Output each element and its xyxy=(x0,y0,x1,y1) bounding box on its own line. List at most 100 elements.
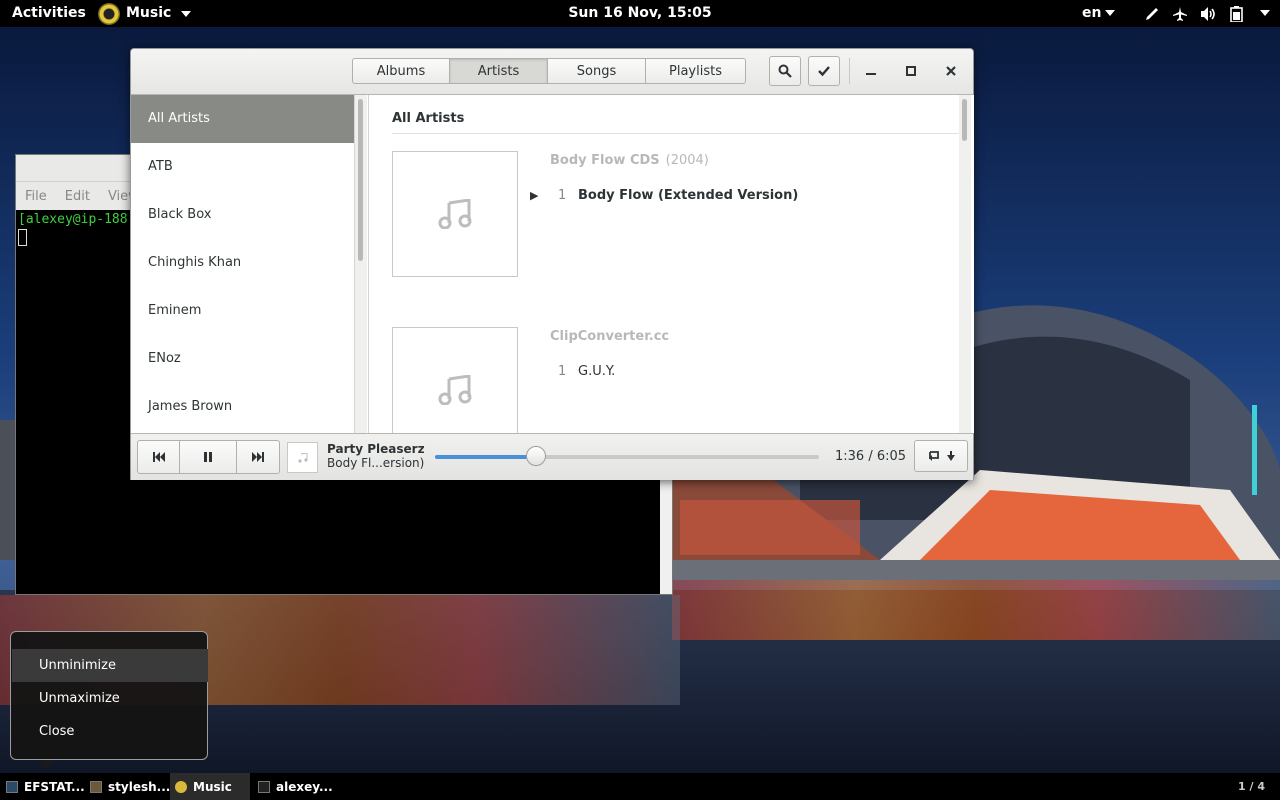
content-heading: All Artists xyxy=(392,111,465,126)
track-row[interactable]: 1 G.U.Y. xyxy=(530,364,615,379)
tab-albums[interactable]: Albums xyxy=(352,58,450,84)
pause-icon xyxy=(204,452,212,462)
sidebar-item-james-brown[interactable]: James Brown xyxy=(131,383,354,431)
window-icon xyxy=(6,780,18,793)
header-separator xyxy=(849,58,850,84)
maximize-icon xyxy=(906,66,916,76)
menu-item-close[interactable]: Close xyxy=(12,715,208,748)
language-indicator[interactable]: en xyxy=(1082,0,1116,27)
arrow-down-icon xyxy=(947,451,955,461)
track-title: Body Flow (Extended Version) xyxy=(578,188,799,203)
menu-item-unmaximize[interactable]: Unmaximize xyxy=(12,682,208,715)
music-window: Albums Artists Songs Playlists All Artis… xyxy=(130,48,974,480)
album-cover xyxy=(392,151,518,277)
total-time: 6:05 xyxy=(876,449,907,464)
task-label: Music xyxy=(193,779,232,794)
window-icon xyxy=(90,780,102,793)
header-bar[interactable]: Albums Artists Songs Playlists xyxy=(131,49,973,95)
task-terminal[interactable]: alexey... xyxy=(258,773,341,800)
task-label: alexey... xyxy=(276,779,333,794)
artist-sidebar: All Artists ATB Black Box Chinghis Khan … xyxy=(131,95,355,433)
workspace-indicator[interactable]: 1 / 4 xyxy=(1238,773,1265,800)
album-title: ClipConverter.cc xyxy=(550,329,669,344)
time-separator: / xyxy=(868,449,873,464)
content-scrollbar-thumb[interactable] xyxy=(962,99,967,141)
album-cover xyxy=(392,327,518,433)
clock-button[interactable]: Sun 16 Nov, 15:05 xyxy=(568,5,711,21)
battery-icon[interactable] xyxy=(1230,5,1244,22)
progress-slider[interactable] xyxy=(435,446,819,466)
heading-divider xyxy=(392,133,959,134)
track-number: 1 xyxy=(558,364,567,379)
sidebar-item-all-artists[interactable]: All Artists xyxy=(131,95,354,143)
selection-mode-button[interactable] xyxy=(808,56,840,86)
language-label: en xyxy=(1082,5,1102,21)
album-year: (2004) xyxy=(665,153,709,168)
artist-albums-view: All Artists Body Flow CDS (2004) ▶ 1 Body… xyxy=(368,95,974,433)
content-scrollbar[interactable] xyxy=(959,95,971,433)
track-number: 1 xyxy=(558,188,567,203)
terminal-menu-edit[interactable]: Edit xyxy=(65,189,90,204)
now-playing-cover xyxy=(287,442,318,473)
tab-artists[interactable]: Artists xyxy=(450,58,548,84)
terminal-cursor xyxy=(18,229,27,246)
sidebar-item-eminem[interactable]: Eminem xyxy=(131,287,354,335)
music-app-icon xyxy=(175,780,187,793)
sidebar-item-chinghis-khan[interactable]: Chinghis Khan xyxy=(131,239,354,287)
track-row[interactable]: ▶ 1 Body Flow (Extended Version) xyxy=(530,188,798,203)
sidebar-scrollbar[interactable] xyxy=(355,95,367,433)
transport-controls xyxy=(137,440,280,474)
minimize-button[interactable] xyxy=(862,62,880,80)
view-switcher: Albums Artists Songs Playlists xyxy=(352,58,746,84)
album-name: ClipConverter.cc xyxy=(550,329,670,344)
task-stylesheet[interactable]: stylesh... xyxy=(90,773,178,800)
volume-icon[interactable] xyxy=(1200,6,1218,22)
sidebar-item-atb[interactable]: ATB xyxy=(131,143,354,191)
app-menu-label: Music xyxy=(126,5,172,21)
next-button[interactable] xyxy=(237,440,280,474)
repeat-mode-button[interactable] xyxy=(914,440,968,472)
sidebar-item-black-box[interactable]: Black Box xyxy=(131,191,354,239)
tab-songs[interactable]: Songs xyxy=(548,58,646,84)
task-efstat[interactable]: EFSTAT... xyxy=(6,773,93,800)
track-title: G.U.Y. xyxy=(578,364,616,379)
maximize-button[interactable] xyxy=(902,62,920,80)
close-button[interactable] xyxy=(942,62,960,80)
window-list-bar: EFSTAT... stylesh... Music alexey... 1 /… xyxy=(0,773,1280,800)
tab-playlists[interactable]: Playlists xyxy=(646,58,746,84)
terminal-menu-file[interactable]: File xyxy=(25,189,47,204)
repeat-icon xyxy=(929,451,939,461)
skip-next-icon xyxy=(252,452,264,462)
checkmark-icon xyxy=(818,66,830,77)
now-playing-icon: ▶ xyxy=(530,189,539,202)
close-icon xyxy=(946,66,956,76)
task-music[interactable]: Music xyxy=(170,773,250,800)
pause-button[interactable] xyxy=(180,440,237,474)
search-button[interactable] xyxy=(769,56,801,86)
chevron-down-icon xyxy=(181,10,192,17)
airplane-icon[interactable] xyxy=(1172,6,1188,22)
menu-item-unminimize[interactable]: Unminimize xyxy=(12,649,208,682)
progress-knob[interactable] xyxy=(525,446,546,466)
app-menu-button[interactable]: Music xyxy=(98,0,192,27)
skip-previous-icon xyxy=(152,452,165,462)
previous-button[interactable] xyxy=(137,440,180,474)
system-tray[interactable] xyxy=(1144,0,1270,27)
sidebar-item-enoz[interactable]: ENoz xyxy=(131,335,354,383)
sidebar-scrollbar-thumb[interactable] xyxy=(358,99,363,261)
music-note-icon xyxy=(438,375,472,405)
pen-icon[interactable] xyxy=(1144,6,1160,22)
activities-button[interactable]: Activities xyxy=(12,0,86,27)
music-app-icon xyxy=(98,2,120,25)
now-playing-subtitle: Body Fl...ersion) xyxy=(327,456,425,470)
music-note-icon xyxy=(297,452,308,463)
window-context-menu: Unminimize Unmaximize Close xyxy=(10,631,208,770)
music-note-icon xyxy=(438,199,472,229)
player-bar: Party Pleaserz Body Fl...ersion) 1:36 / … xyxy=(131,433,973,480)
progress-fill xyxy=(435,455,536,459)
album-title: Body Flow CDS (2004) xyxy=(550,153,709,168)
elapsed-time: 1:36 xyxy=(835,449,865,464)
terminal-icon xyxy=(258,780,270,793)
system-menu-icon[interactable] xyxy=(1256,0,1270,27)
task-label: stylesh... xyxy=(108,779,171,794)
